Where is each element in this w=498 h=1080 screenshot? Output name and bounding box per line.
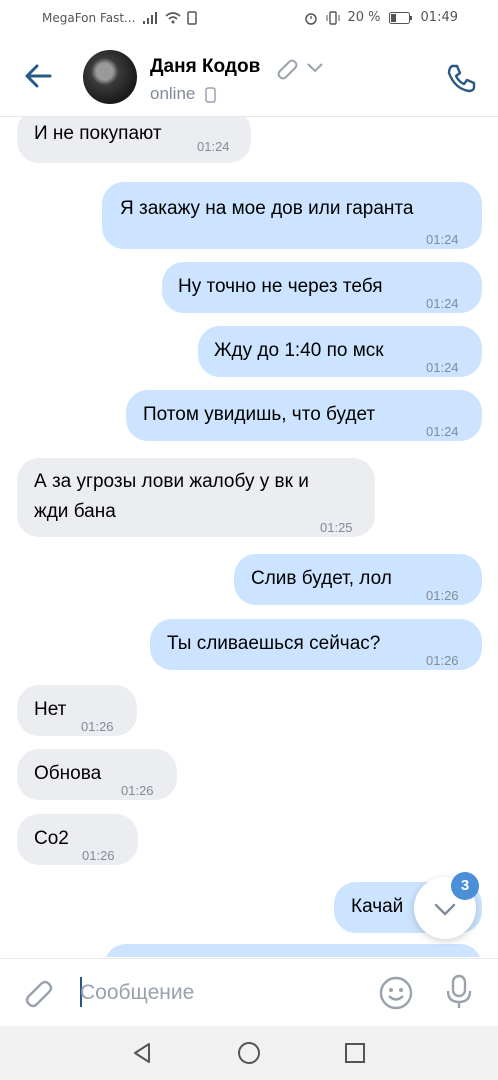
avatar[interactable] xyxy=(83,50,137,104)
message-text: Качай xyxy=(351,896,404,917)
message-time: 01:24 xyxy=(426,296,459,311)
message-incoming[interactable]: Нет 01:26 xyxy=(17,685,137,736)
vibrate-icon xyxy=(326,10,339,25)
chat-header: Даня Кодов online xyxy=(0,36,498,117)
message-incoming[interactable]: Обнова 01:26 xyxy=(17,749,177,800)
battery-percent: 20 % xyxy=(347,10,381,25)
message-outgoing[interactable]: Жду до 1:40 по мск 01:24 xyxy=(198,326,482,377)
nav-back-icon[interactable] xyxy=(130,1041,154,1065)
message-time: 01:26 xyxy=(81,719,114,734)
signal-wifi-icons xyxy=(143,11,197,25)
message-text: Ты сливаешься сейчас? xyxy=(167,633,381,654)
contact-name[interactable]: Даня Кодов xyxy=(150,56,260,78)
message-text: Слив будет, лол xyxy=(251,568,392,589)
message-time: 01:24 xyxy=(426,360,459,375)
message-text: Я закажу на мое дов или гаранта xyxy=(120,198,414,219)
message-list[interactable]: И не покупают 01:24 Я закажу на мое дов … xyxy=(0,117,498,957)
message-text: Обнова xyxy=(34,763,102,784)
microphone-icon[interactable] xyxy=(444,973,474,1011)
attach-icon[interactable] xyxy=(22,975,56,1009)
message-incoming[interactable]: Co2 01:26 xyxy=(17,814,138,865)
alarm-icon xyxy=(304,12,317,25)
nav-recents-icon[interactable] xyxy=(343,1041,367,1065)
message-incoming[interactable]: И не покупают 01:24 xyxy=(17,117,251,163)
message-outgoing[interactable]: Ну точно не через тебя 01:24 xyxy=(162,262,482,313)
message-time: 01:26 xyxy=(121,783,154,798)
message-composer: Сообщение xyxy=(0,958,498,1027)
message-incoming[interactable]: А за угрозы лови жалобу у вк и жди бана … xyxy=(17,458,375,537)
message-outgoing[interactable]: Слив будет, лол 01:26 xyxy=(234,554,482,605)
message-text: Нет xyxy=(34,699,67,720)
message-text: Co2 xyxy=(34,828,69,849)
clock: 01:49 xyxy=(420,10,458,25)
unread-badge: 3 xyxy=(451,872,479,900)
message-time: 01:26 xyxy=(426,588,459,603)
message-text: Потом увидишь, что будет xyxy=(143,404,376,425)
message-text: Жду до 1:40 по мск xyxy=(214,340,384,361)
signal-icon xyxy=(143,12,157,24)
chevron-down-icon[interactable] xyxy=(306,60,324,74)
online-status: online xyxy=(150,84,196,103)
nav-home-icon[interactable] xyxy=(237,1041,261,1065)
message-time: 01:25 xyxy=(320,520,353,535)
battery-icon xyxy=(388,11,412,24)
message-time: 01:26 xyxy=(426,653,459,668)
message-time: 01:24 xyxy=(197,139,230,154)
mobile-online-icon xyxy=(205,87,216,103)
message-text: И не покупают xyxy=(34,123,162,144)
system-nav-bar xyxy=(0,1026,498,1080)
sim-icon xyxy=(187,11,197,25)
message-time: 01:24 xyxy=(426,424,459,439)
message-text: Ну точно не через тебя xyxy=(178,276,383,297)
message-outgoing[interactable]: Я закажу на мое дов или гаранта 01:24 xyxy=(102,182,482,249)
message-outgoing[interactable]: Ты сливаешься сейчас? 01:26 xyxy=(150,619,482,670)
message-time: 01:24 xyxy=(426,232,459,247)
message-text-line-1: А за угрозы лови жалобу у вк и xyxy=(34,471,309,492)
message-time: 01:26 xyxy=(82,848,115,863)
phone-call-icon[interactable] xyxy=(443,60,479,96)
back-arrow-icon[interactable] xyxy=(20,58,56,94)
status-bar: MegaFon Fast... 20 % 01:49 xyxy=(0,0,498,36)
paperclip-icon xyxy=(277,59,298,80)
smile-icon[interactable] xyxy=(378,975,414,1011)
message-text-line-2: жди бана xyxy=(34,501,116,522)
carrier-label: MegaFon Fast... xyxy=(42,11,136,25)
wifi-icon xyxy=(165,12,181,24)
message-outgoing[interactable]: Потом увидишь, что будет 01:24 xyxy=(126,390,482,441)
message-outgoing-partial[interactable] xyxy=(104,944,482,957)
message-input[interactable]: Сообщение xyxy=(80,981,194,1005)
